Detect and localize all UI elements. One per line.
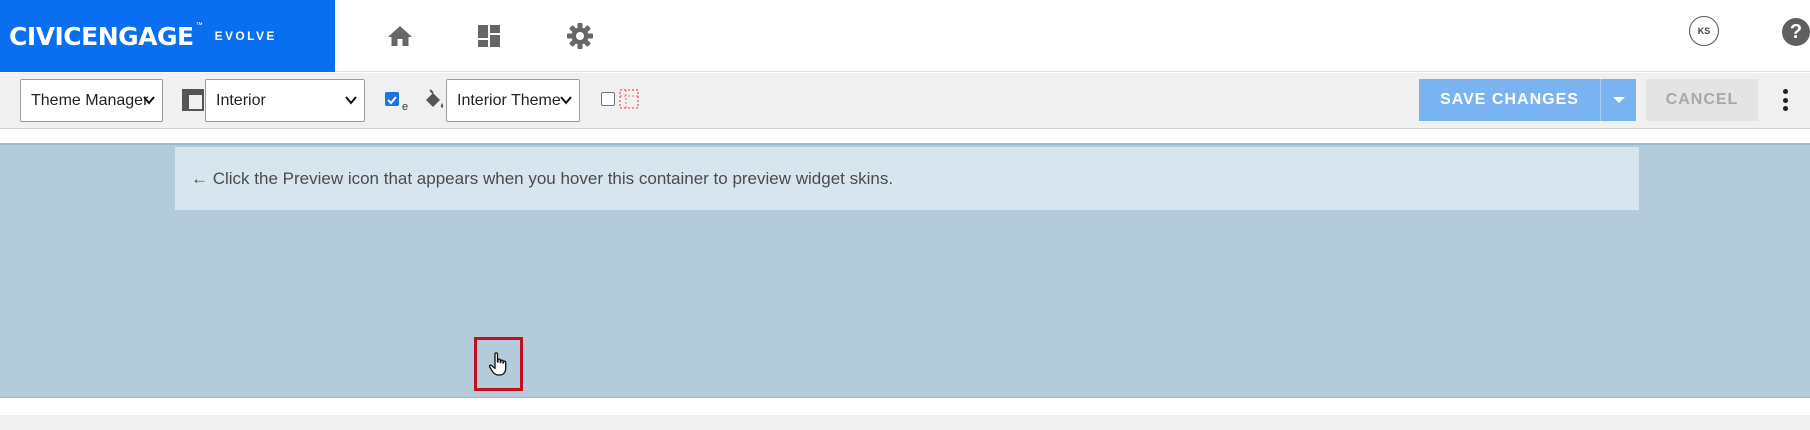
hand-pointer-icon	[488, 352, 506, 376]
brand-name: CIVICENGAGE	[9, 21, 194, 51]
layout-select[interactable]: Interior	[205, 79, 365, 122]
caret-down-icon	[1612, 97, 1625, 103]
mouse-cursor-highlight	[474, 337, 523, 391]
brand-trademark: ™	[195, 22, 203, 29]
chevron-down-icon	[345, 96, 357, 105]
editor-toolbar: Theme Manager Interior e Interior Theme …	[0, 73, 1810, 129]
paint-bucket-icon	[422, 88, 446, 112]
grid-overlay-checkbox[interactable]	[601, 92, 615, 106]
save-changes-button[interactable]: SAVE CHANGES	[1419, 79, 1600, 121]
layout-select-value: Interior	[216, 91, 266, 109]
gear-icon[interactable]	[562, 18, 598, 54]
dotted-grid-icon	[618, 88, 640, 110]
layout-icon	[182, 89, 204, 111]
brand-logo[interactable]: CIVICENGAGE ™ EVOLVE	[0, 0, 335, 72]
chevron-down-icon	[143, 96, 155, 105]
check-icon	[387, 96, 397, 105]
save-options-dropdown[interactable]	[1600, 79, 1636, 121]
home-icon[interactable]	[382, 18, 418, 54]
help-icon[interactable]: ?	[1782, 18, 1810, 46]
top-header: CIVICENGAGE ™ EVOLVE KS ?	[0, 0, 1810, 72]
preview-hint: ← Click the Preview icon that appears wh…	[175, 147, 1639, 210]
brand-product: EVOLVE	[214, 29, 277, 43]
manager-select[interactable]: Theme Manager	[20, 79, 163, 122]
theme-select-value: Interior Theme	[457, 91, 561, 109]
footer-strip	[0, 415, 1810, 430]
manager-select-value: Theme Manager	[31, 91, 149, 109]
user-avatar[interactable]: KS	[1689, 16, 1719, 46]
widget-container[interactable]: ← Click the Preview icon that appears wh…	[0, 143, 1810, 398]
more-options-icon[interactable]	[1775, 85, 1795, 115]
cancel-button[interactable]: CANCEL	[1646, 79, 1758, 121]
theme-select[interactable]: Interior Theme	[446, 79, 580, 122]
chevron-down-icon	[560, 96, 572, 105]
dashboard-icon[interactable]	[471, 18, 507, 54]
checkbox-sub-label: e	[402, 101, 409, 113]
skin-preview-checkbox[interactable]	[385, 92, 399, 106]
